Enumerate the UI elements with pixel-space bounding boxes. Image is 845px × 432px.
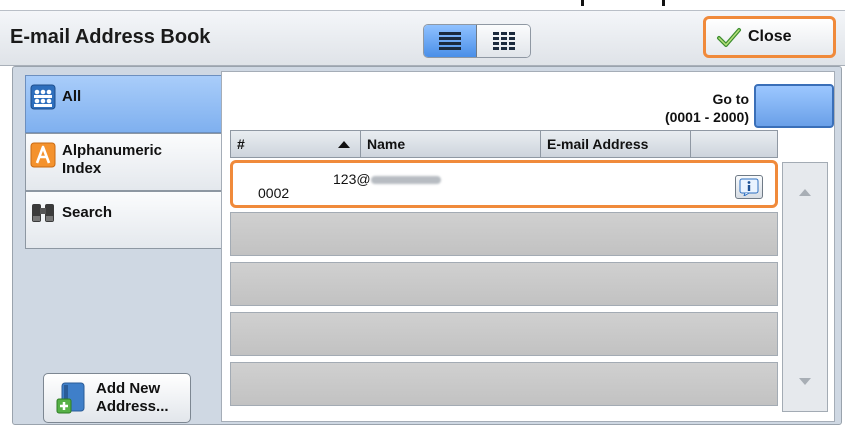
goto-label: Go to (0001 - 2000) [665, 90, 749, 126]
column-header-email[interactable]: E-mail Address [541, 131, 691, 157]
bracket-mark [662, 0, 665, 6]
list-view-icon [439, 32, 461, 50]
list-view-button[interactable] [424, 25, 478, 57]
address-table: # Name E-mail Address 0002 123@ [230, 130, 778, 406]
grid-view-button[interactable] [477, 25, 530, 57]
main-panel: All Alphanumeric Index Search Add New Ad… [12, 66, 842, 425]
column-header-number-label: # [237, 136, 245, 152]
letter-a-icon [30, 142, 56, 168]
goto-number-field[interactable] [754, 84, 834, 128]
binoculars-icon [32, 204, 54, 222]
sidebar-item-all[interactable]: All [25, 75, 227, 133]
sidebar: All Alphanumeric Index Search Add New Ad… [13, 67, 227, 424]
add-new-address-label: Add New Address... [96, 380, 169, 415]
address-list-area: Go to (0001 - 2000) # Name E-mail Addres… [221, 71, 835, 422]
info-icon [739, 178, 759, 196]
scroll-down-button[interactable] [783, 353, 827, 411]
table-rows: 0002 123@ [230, 160, 778, 412]
checkmark-icon [717, 28, 741, 47]
table-row-empty[interactable] [230, 362, 778, 406]
table-row-empty[interactable] [230, 312, 778, 356]
arrow-down-icon [799, 378, 811, 385]
table-row-empty[interactable] [230, 262, 778, 306]
row-number: 0002 [258, 185, 290, 201]
view-toggle [423, 24, 531, 58]
scrollbar[interactable] [782, 162, 828, 412]
sidebar-item-label: All [62, 88, 82, 105]
blurred-text [370, 176, 441, 185]
add-new-address-button[interactable]: Add New Address... [43, 373, 191, 423]
address-group-icon [30, 84, 56, 110]
column-header-name[interactable]: Name [361, 131, 541, 157]
table-header: # Name E-mail Address [230, 130, 778, 158]
grid-view-icon [492, 32, 515, 50]
sidebar-item-search[interactable]: Search [25, 191, 227, 249]
close-label: Close [748, 28, 792, 45]
table-row[interactable]: 0002 123@ [230, 160, 778, 208]
sidebar-item-label: Alphanumeric Index [62, 142, 163, 177]
scroll-up-button[interactable] [783, 163, 827, 221]
row-email-visible: 123@ [333, 171, 371, 187]
bracket-mark [581, 0, 584, 6]
sort-ascending-icon [338, 141, 350, 148]
details-button[interactable] [735, 175, 763, 199]
window-title: E-mail Address Book [10, 26, 211, 48]
close-button[interactable]: Close [703, 16, 836, 58]
table-row-empty[interactable] [230, 212, 778, 256]
sidebar-item-label: Search [62, 204, 113, 221]
top-strip [0, 0, 845, 10]
sidebar-item-alphanumeric-index[interactable]: Alphanumeric Index [25, 133, 227, 191]
add-address-icon [56, 382, 85, 414]
goto-range: (0001 - 2000) [664, 109, 749, 125]
column-header-number[interactable]: # [231, 131, 361, 157]
arrow-up-icon [799, 189, 811, 196]
row-email: 123@ [333, 171, 441, 187]
goto-label-line1: Go to [712, 91, 749, 107]
title-bar: E-mail Address Book Close [0, 10, 845, 66]
